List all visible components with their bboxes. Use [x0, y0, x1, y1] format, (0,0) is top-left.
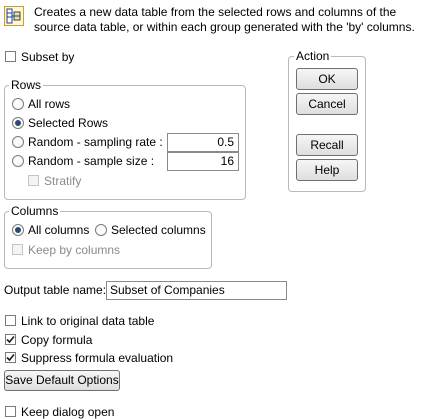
stratify-label: Stratify — [44, 174, 82, 188]
output-table-name-label: Output table name: — [4, 283, 107, 297]
description-line-1: Creates a new data table from the select… — [34, 5, 397, 19]
keep-dialog-open-label[interactable]: Keep dialog open — [21, 405, 114, 419]
help-button[interactable]: Help — [296, 159, 358, 181]
checkmark-icon — [6, 353, 15, 362]
subset-by-label[interactable]: Subset by — [21, 50, 74, 64]
keep-dialog-open-checkbox[interactable] — [5, 406, 16, 417]
all-rows-radio[interactable] — [12, 98, 24, 110]
all-columns-label[interactable]: All columns — [28, 223, 89, 237]
save-default-options-button[interactable]: Save Default Options — [4, 370, 120, 391]
selected-rows-radio[interactable] — [12, 117, 24, 129]
copy-formula-checkbox[interactable] — [5, 334, 16, 345]
link-original-checkbox[interactable] — [5, 315, 16, 326]
all-columns-radio[interactable] — [12, 224, 24, 236]
random-rate-radio[interactable] — [12, 136, 24, 148]
sampling-rate-value: 0.5 — [217, 135, 234, 149]
action-group-title: Action — [294, 49, 332, 63]
rows-group-title: Rows — [9, 78, 44, 92]
stratify-checkbox[interactable] — [28, 175, 39, 186]
random-rate-label[interactable]: Random - sampling rate : — [28, 135, 163, 149]
sampling-rate-field[interactable]: 0.5 — [167, 133, 239, 152]
sample-size-value: 16 — [220, 154, 234, 168]
suppress-formula-label[interactable]: Suppress formula evaluation — [21, 351, 173, 365]
random-size-label[interactable]: Random - sample size : — [28, 154, 154, 168]
cancel-button[interactable]: Cancel — [296, 93, 358, 115]
suppress-formula-checkbox[interactable] — [5, 352, 16, 363]
random-size-radio[interactable] — [12, 155, 24, 167]
recall-button[interactable]: Recall — [296, 134, 358, 156]
selected-rows-label[interactable]: Selected Rows — [28, 116, 108, 130]
keep-by-columns-label: Keep by columns — [28, 243, 121, 257]
output-table-name-field[interactable]: Subset of Companies — [106, 281, 287, 300]
ok-button[interactable]: OK — [296, 68, 358, 90]
description-line-2: source data table, or within each group … — [34, 20, 415, 34]
copy-formula-label[interactable]: Copy formula — [21, 333, 92, 347]
columns-group — [4, 211, 212, 269]
output-table-name-value: Subset of Companies — [110, 283, 225, 297]
all-rows-label[interactable]: All rows — [28, 97, 70, 111]
checkmark-icon — [6, 335, 15, 344]
link-original-label[interactable]: Link to original data table — [21, 314, 154, 328]
selected-columns-radio[interactable] — [95, 224, 107, 236]
keep-by-columns-checkbox[interactable] — [12, 244, 23, 255]
subset-by-checkbox[interactable] — [5, 51, 16, 62]
subset-table-icon — [4, 6, 24, 26]
columns-group-title: Columns — [9, 204, 61, 218]
selected-columns-label[interactable]: Selected columns — [111, 223, 206, 237]
sample-size-field[interactable]: 16 — [167, 152, 239, 171]
